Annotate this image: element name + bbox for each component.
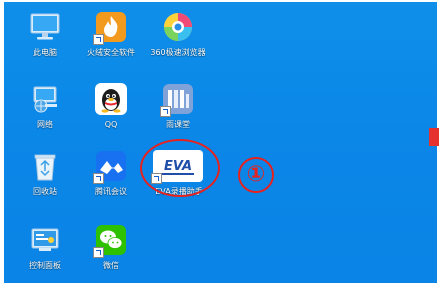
recycle-bin-icon [28,149,62,183]
desktop-icon-label: 腾讯会议 [95,187,127,196]
desktop-icon-this-pc[interactable]: 此电脑 [12,10,78,58]
shortcut-arrow-icon [93,247,104,258]
desktop-icon-360-browser[interactable]: 360极速浏览器 [145,10,211,58]
desktop-icon-label: 火绒安全软件 [87,48,135,57]
shortcut-arrow-icon [93,173,104,184]
desktop-icon-label: 雨课堂 [166,120,190,129]
network-icon [28,82,62,116]
desktop-icon-control-panel[interactable]: 控制面板 [12,223,78,271]
desktop-icon-label: 360极速浏览器 [150,48,206,57]
step-number-badge: ① [238,157,274,193]
control-panel-icon [28,223,62,257]
wechat-icon [93,223,128,258]
highlight-ellipse [140,139,220,197]
shortcut-arrow-icon [93,34,104,45]
browser-360-icon [161,10,195,44]
desktop-background: 此电脑 火绒安全软件 360极速浏览器 网络 QQ 雨课堂 回收站 腾讯会议 E… [4,2,439,283]
yuketang-icon [160,82,195,117]
computer-icon [28,10,62,44]
shortcut-arrow-icon [160,106,171,117]
desktop-icon-label: QQ [104,120,118,129]
desktop-icon-qq[interactable]: QQ [78,82,144,130]
desktop-icon-label: 此电脑 [33,48,57,57]
desktop-icon-huorong[interactable]: 火绒安全软件 [78,10,144,58]
desktop-icon-tencent-meeting[interactable]: 腾讯会议 [78,149,144,197]
desktop-icon-label: 回收站 [33,187,57,196]
desktop-icon-label: 微信 [103,261,119,270]
huorong-shield-icon [93,10,128,45]
qq-penguin-icon [94,82,128,116]
tencent-meeting-icon [93,149,128,184]
desktop-icon-yuketang[interactable]: 雨课堂 [145,82,211,130]
desktop-icon-label: 网络 [37,120,53,129]
desktop-icon-recycle-bin[interactable]: 回收站 [12,149,78,197]
edge-marker [429,128,439,146]
desktop-icon-wechat[interactable]: 微信 [78,223,144,271]
desktop-icon-label: 控制面板 [29,261,61,270]
desktop-icon-network[interactable]: 网络 [12,82,78,130]
